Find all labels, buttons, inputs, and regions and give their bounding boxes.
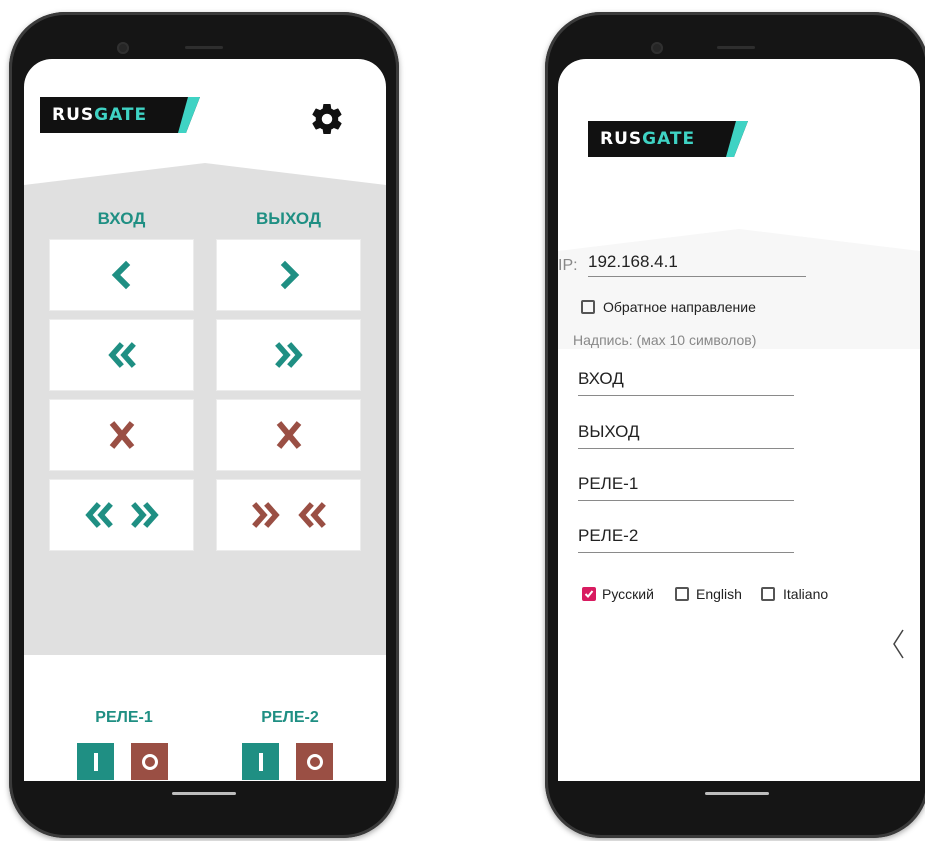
relay-2-label: РЕЛЕ-2 [261,709,319,726]
chevron-right-icon [280,260,299,290]
app-screen: RUSGATE ВХОД ВЫХОД РЕЛЕ-1 РЕЛЕ-2 [24,59,386,781]
reverse-direction-label: Обратное направление [603,299,756,315]
front-camera [651,42,663,54]
double-chevron-left-icon [107,342,136,368]
gear-icon[interactable] [309,101,345,137]
settings-screen: RUSGATE IP: 192.168.4.1 Обратное направл… [558,59,920,781]
language-russian-checkbox[interactable] [582,587,596,601]
in-full-open-button[interactable] [49,319,194,391]
close-icon [276,421,301,449]
relay-2-on-button[interactable] [242,743,279,780]
rusgate-logo: RUSGATE [588,121,748,157]
caption-relay1-input[interactable]: РЕЛЕ-1 [578,474,794,501]
ip-label: IP: [558,257,578,274]
caption-in-input[interactable]: ВХОД [578,369,794,396]
open-both-button[interactable] [49,479,194,551]
rusgate-logo: RUSGATE [40,97,200,133]
relay-1-on-button[interactable] [77,743,114,780]
relay-1-label: РЕЛЕ-1 [95,709,153,726]
phone-main: RUSGATE ВХОД ВЫХОД РЕЛЕ-1 РЕЛЕ-2 [9,12,399,838]
language-italian-checkbox[interactable] [761,587,775,601]
chevron-left-icon[interactable] [886,624,910,664]
close-both-button[interactable] [216,479,361,551]
column-header-in: ВХОД [97,209,146,228]
language-english-label: English [696,586,742,602]
out-close-button[interactable] [216,399,361,471]
in-close-button[interactable] [49,399,194,471]
relay-2-off-button[interactable] [296,743,333,780]
caption-relay2-input[interactable]: РЕЛЕ-2 [578,526,794,553]
chevrons-inward-icon [251,502,326,528]
language-russian-label: Русский [602,586,654,602]
home-indicator[interactable] [172,792,236,795]
home-indicator[interactable] [705,792,769,795]
caption-hint: Надпись: (мах 10 символов) [573,332,757,348]
in-single-step-button[interactable] [49,239,194,311]
front-camera [117,42,129,54]
language-italian-label: Italiano [783,586,829,602]
speaker-grille [717,46,755,49]
chevron-left-icon [111,260,130,290]
chevrons-outward-icon [84,502,159,528]
caption-out-input[interactable]: ВЫХОД [578,422,794,449]
column-header-out: ВЫХОД [256,209,321,228]
close-icon [109,421,134,449]
out-single-step-button[interactable] [216,239,361,311]
speaker-grille [185,46,223,49]
settings-background-shape [558,229,920,349]
relay-1-off-button[interactable] [131,743,168,780]
phone-settings: RUSGATE IP: 192.168.4.1 Обратное направл… [545,12,925,838]
out-full-open-button[interactable] [216,319,361,391]
reverse-direction-checkbox[interactable] [581,300,595,314]
ip-input[interactable]: 192.168.4.1 [588,252,806,277]
language-english-checkbox[interactable] [675,587,689,601]
double-chevron-right-icon [274,342,303,368]
